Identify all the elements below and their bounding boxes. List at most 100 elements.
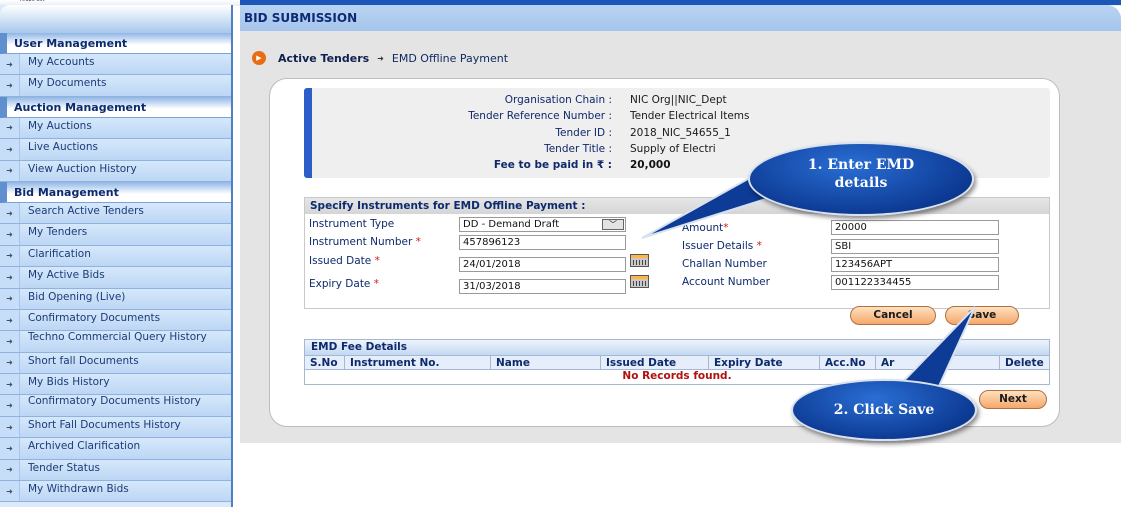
sidebar-item-my-active-bids[interactable]: ➜ My Active Bids bbox=[0, 267, 231, 289]
instrument-number-input[interactable] bbox=[459, 235, 626, 250]
arrow-icon: ➜ bbox=[0, 416, 20, 438]
sidebar-item-label: My Bids History bbox=[20, 374, 231, 395]
sidebar-item-label: Confirmatory Documents bbox=[20, 309, 231, 331]
breadcrumb-emd-offline-payment: EMD Offline Payment bbox=[391, 51, 509, 65]
col-issued-date: Issued Date bbox=[601, 356, 709, 369]
sidebar-item-bid-opening-live[interactable]: ➜ Bid Opening (Live) bbox=[0, 288, 231, 310]
amount-input[interactable] bbox=[831, 220, 999, 235]
sidebar-item-label: Archived Clarification bbox=[20, 438, 231, 459]
col-instrument-no: Instrument No. bbox=[345, 356, 491, 369]
info-value: Tender Electrical Items bbox=[630, 110, 750, 122]
arrow-icon: ➜ bbox=[0, 352, 20, 374]
sidebar-item-label: My Withdrawn Bids bbox=[20, 481, 231, 502]
info-key: Tender Reference Number : bbox=[468, 110, 612, 122]
sidebar-item-label: Bid Opening (Live) bbox=[20, 288, 231, 309]
sidebar-item-label: Short fall Documents bbox=[20, 352, 231, 374]
sidebar-item-label: My Tenders bbox=[20, 224, 231, 245]
info-key: Tender ID : bbox=[555, 127, 612, 139]
label-text: Expiry Date bbox=[309, 278, 371, 290]
expiry-date-input[interactable] bbox=[459, 279, 626, 294]
col-name: Name bbox=[491, 356, 601, 369]
arrow-icon: ➜ bbox=[0, 117, 20, 139]
sidebar-item-search-active-tenders[interactable]: ➜ Search Active Tenders bbox=[0, 202, 231, 225]
sidebar-item-label: My Active Bids bbox=[20, 267, 231, 288]
issued-date-label: Issued Date * bbox=[309, 255, 380, 267]
sidebar-item-label: Clarification bbox=[20, 245, 231, 267]
account-number-label: Account Number bbox=[682, 276, 770, 288]
sidebar-item-view-auction-history[interactable]: ➜ View Auction History bbox=[0, 160, 231, 182]
sidebar-item-confirmatory-documents[interactable]: ➜ Confirmatory Documents bbox=[0, 309, 231, 332]
sidebar-item-label: Search Active Tenders bbox=[20, 202, 231, 224]
sidebar-item-short-fall-documents[interactable]: ➜ Short fall Documents bbox=[0, 352, 231, 375]
arrow-icon: ➜ bbox=[0, 288, 20, 309]
sidebar-item-my-withdrawn-bids[interactable]: ➜ My Withdrawn Bids bbox=[0, 481, 231, 503]
top-mini-text: Arabe Skt bbox=[20, 0, 45, 3]
challan-number-label: Challan Number bbox=[682, 258, 767, 270]
arrow-icon: ➜ bbox=[0, 331, 20, 352]
issued-date-input[interactable] bbox=[459, 257, 626, 272]
sidebar-item-techno-commercial-query-history[interactable]: ➜ Techno Commercial Query History bbox=[0, 331, 231, 353]
arrow-icon: ➜ bbox=[0, 438, 20, 459]
info-value: NIC Org||NIC_Dept bbox=[630, 94, 727, 106]
arrow-icon: ➜ bbox=[0, 309, 20, 331]
info-key: Organisation Chain : bbox=[504, 94, 612, 106]
sidebar-section-user-management: User Management bbox=[0, 33, 231, 54]
sidebar-item-live-auctions[interactable]: ➜ Live Auctions bbox=[0, 139, 231, 161]
challan-number-input[interactable] bbox=[831, 257, 999, 272]
calendar-icon[interactable] bbox=[630, 254, 649, 267]
info-value: 2018_NIC_54655_1 bbox=[630, 127, 731, 139]
sidebar-item-my-accounts[interactable]: ➜ My Accounts bbox=[0, 54, 231, 76]
info-key: Tender Title : bbox=[544, 143, 612, 155]
calendar-icon[interactable] bbox=[630, 275, 649, 288]
sidebar-item-clarification[interactable]: ➜ Clarification bbox=[0, 245, 231, 268]
sidebar-item-label: Confirmatory Documents History bbox=[20, 395, 231, 416]
instrument-type-select[interactable]: DD - Demand Draft ﹀ bbox=[459, 217, 626, 232]
sidebar-item-label: Tender Status bbox=[20, 459, 231, 481]
sidebar-item-my-documents[interactable]: ➜ My Documents bbox=[0, 75, 231, 97]
arrow-icon: ➜ bbox=[0, 459, 20, 481]
arrow-icon: ➜ bbox=[0, 202, 20, 224]
col-expiry-date: Expiry Date bbox=[709, 356, 820, 369]
label-text: Issued Date bbox=[309, 255, 372, 267]
sidebar-item-label: My Accounts bbox=[20, 54, 231, 75]
sidebar-item-my-bids-history[interactable]: ➜ My Bids History bbox=[0, 374, 231, 396]
sidebar-item-label: Short Fall Documents History bbox=[20, 416, 231, 438]
sidebar-item-archived-clarification[interactable]: ➜ Archived Clarification bbox=[0, 438, 231, 460]
sidebar-item-confirmatory-documents-history[interactable]: ➜ Confirmatory Documents History bbox=[0, 395, 231, 417]
sidebar-item-label: Live Auctions bbox=[20, 139, 231, 160]
arrow-icon: ➜ bbox=[0, 54, 20, 75]
account-number-input[interactable] bbox=[831, 275, 999, 290]
play-bullet-icon: ▶ bbox=[252, 51, 266, 65]
instrument-type-value: DD - Demand Draft bbox=[463, 219, 560, 230]
sidebar-item-short-fall-documents-history[interactable]: ➜ Short Fall Documents History bbox=[0, 416, 231, 439]
required-mark: * bbox=[374, 255, 380, 267]
breadcrumb-active-tenders[interactable]: Active Tenders bbox=[278, 52, 369, 65]
instrument-type-label: Instrument Type bbox=[309, 218, 395, 230]
sidebar: User Management ➜ My Accounts ➜ My Documen… bbox=[0, 5, 233, 507]
sidebar-item-tender-status[interactable]: ➜ Tender Status bbox=[0, 459, 231, 482]
label-text: Instrument Number bbox=[309, 236, 413, 248]
sidebar-item-label: View Auction History bbox=[20, 160, 231, 181]
sidebar-top bbox=[0, 5, 231, 33]
info-value: Supply of Electri bbox=[630, 143, 716, 155]
callout-text: 1. Enter EMD details bbox=[807, 157, 915, 191]
sidebar-item-my-tenders[interactable]: ➜ My Tenders bbox=[0, 224, 231, 246]
issuer-details-input[interactable] bbox=[831, 239, 999, 254]
sidebar-item-label: My Auctions bbox=[20, 117, 231, 139]
arrow-icon: ➜ bbox=[0, 395, 20, 416]
breadcrumb-arrow-icon: ➜ bbox=[377, 53, 384, 63]
callout-click-save: 2. Click Save bbox=[791, 379, 977, 441]
sidebar-item-my-auctions[interactable]: ➜ My Auctions bbox=[0, 117, 231, 140]
arrow-icon: ➜ bbox=[0, 481, 20, 502]
col-delete: Delete bbox=[1005, 357, 1044, 369]
sidebar-item-label: Techno Commercial Query History bbox=[20, 331, 231, 352]
chevron-down-icon: ﹀ bbox=[602, 219, 624, 230]
required-mark: * bbox=[373, 278, 379, 290]
page-title: BID SUBMISSION bbox=[240, 5, 1121, 31]
expiry-date-label: Expiry Date * bbox=[309, 278, 379, 290]
sidebar-item-label: My Documents bbox=[20, 75, 231, 96]
col-sno: S.No bbox=[305, 356, 345, 369]
arrow-icon: ➜ bbox=[0, 160, 20, 181]
arrow-icon: ➜ bbox=[0, 267, 20, 288]
sidebar-section-auction-management: Auction Management bbox=[0, 96, 231, 118]
